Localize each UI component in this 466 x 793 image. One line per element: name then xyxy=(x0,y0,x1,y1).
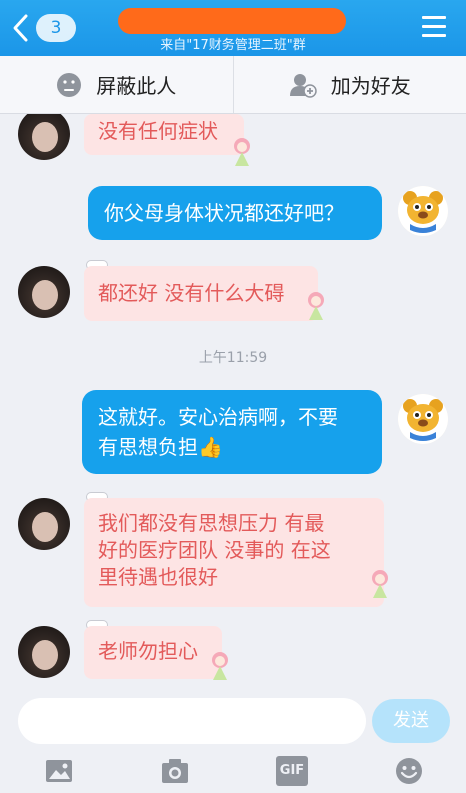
bubble-sticker-icon xyxy=(234,138,250,166)
bubble-sticker-icon xyxy=(372,570,388,598)
message-text: 这就好。安心治病啊，不要 xyxy=(98,405,338,429)
emoji-icon[interactable] xyxy=(394,756,424,786)
message-text: 没有任何症状 xyxy=(98,119,218,143)
contact-avatar[interactable] xyxy=(18,266,70,318)
message-text: 我们都没有思想压力 有最 xyxy=(98,511,325,535)
bubble-sticker-icon xyxy=(308,292,324,320)
message-text: 里待遇也很好 xyxy=(98,565,218,589)
add-friend-icon xyxy=(289,73,317,98)
message-text: 你父母身体状况都还好吧？ xyxy=(104,201,344,225)
contact-avatar[interactable] xyxy=(18,498,70,550)
chat-subtitle: 来自"17财务管理二班"群 xyxy=(160,38,306,53)
add-friend-button[interactable]: 加为好友 xyxy=(232,56,466,113)
message-text: 有思想负担 xyxy=(98,435,198,459)
menu-icon[interactable] xyxy=(422,16,446,38)
message-list[interactable]: 没有任何症状 你父母身体状况都还好吧？ 都还好 没有什么大碍 上午11:59 这… xyxy=(0,114,466,694)
image-icon[interactable] xyxy=(44,756,74,786)
block-user-label: 屏蔽此人 xyxy=(96,74,177,98)
message-bubble[interactable]: 这就好。安心治病啊，不要 有思想负担👍 xyxy=(82,390,382,474)
message-bubble[interactable]: 我们都没有思想压力 有最 好的医疗团队 没事的 在这 里待遇也很好 xyxy=(84,498,384,607)
block-icon xyxy=(57,72,82,97)
message-text: 好的医疗团队 没事的 在这 xyxy=(98,538,331,562)
bubble-sticker-icon xyxy=(212,652,228,680)
add-friend-label: 加为好友 xyxy=(330,74,411,98)
message-text: 老师勿担心 xyxy=(98,639,198,663)
chat-header: 3 来自"17财务管理二班"群 xyxy=(0,0,466,56)
thumbs-up-emoji: 👍 xyxy=(198,435,223,459)
message-bubble[interactable]: 老师勿担心 xyxy=(84,626,222,679)
input-bar: 发送 xyxy=(0,694,466,750)
camera-icon[interactable] xyxy=(160,756,190,786)
message-input[interactable] xyxy=(18,698,366,744)
action-bar: 屏蔽此人 加为好友 xyxy=(0,56,466,114)
message-timestamp: 上午11:59 xyxy=(198,350,268,366)
send-button[interactable]: 发送 xyxy=(372,699,450,743)
my-avatar[interactable] xyxy=(398,186,448,236)
contact-avatar[interactable] xyxy=(18,626,70,678)
input-toolbar: GIF xyxy=(0,750,466,793)
my-avatar[interactable] xyxy=(398,394,448,444)
gif-icon[interactable]: GIF xyxy=(276,756,308,786)
message-bubble[interactable]: 你父母身体状况都还好吧？ xyxy=(88,186,382,240)
message-bubble[interactable]: 没有任何症状 xyxy=(84,114,244,155)
message-bubble[interactable]: 都还好 没有什么大碍 xyxy=(84,266,318,321)
message-text: 都还好 没有什么大碍 xyxy=(98,281,285,305)
block-user-button[interactable]: 屏蔽此人 xyxy=(0,56,233,113)
redacted-title xyxy=(118,8,346,34)
contact-avatar[interactable] xyxy=(18,114,70,160)
